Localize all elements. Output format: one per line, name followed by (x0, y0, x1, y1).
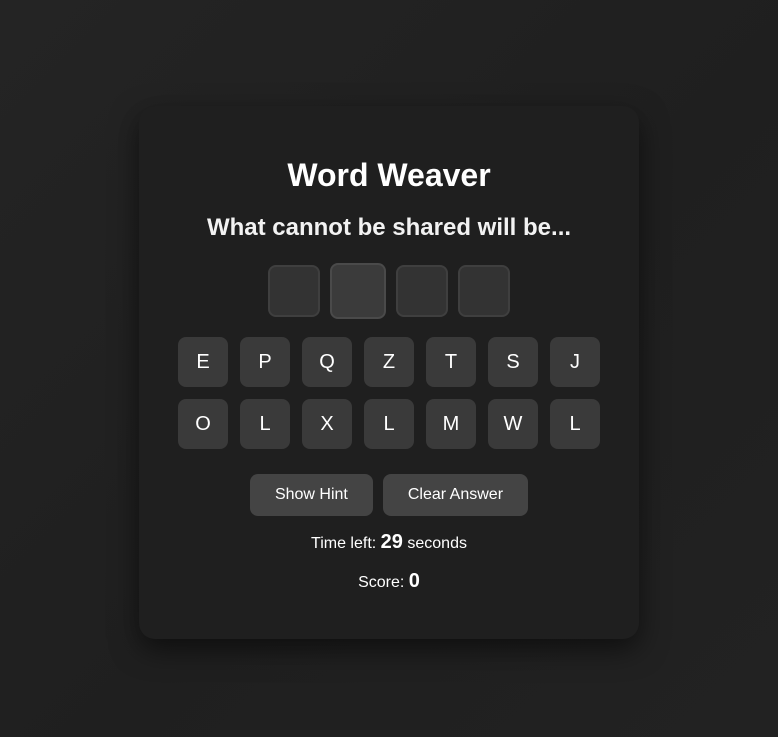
answer-slot[interactable] (268, 265, 320, 317)
timer-value: 29 (380, 531, 403, 553)
answer-slot-active[interactable] (330, 263, 386, 319)
clear-answer-button[interactable]: Clear Answer (382, 474, 529, 516)
letter-tile[interactable]: L (550, 399, 600, 449)
score-value: 0 (408, 570, 420, 592)
answer-slots (139, 263, 639, 319)
letter-tile[interactable]: P (240, 337, 290, 387)
score-prefix: Score: (358, 574, 405, 591)
answer-slot[interactable] (396, 265, 448, 317)
letter-tile[interactable]: T (426, 337, 476, 387)
letter-grid: E P Q Z T S J O L X L M W L (178, 337, 600, 449)
show-hint-button[interactable]: Show Hint (249, 474, 373, 516)
riddle-prompt: What cannot be shared will be... (206, 214, 572, 241)
letter-tile[interactable]: Z (364, 337, 414, 387)
score-display: Score: 0 (139, 570, 639, 593)
answer-slot[interactable] (458, 265, 510, 317)
letter-tile[interactable]: O (178, 399, 228, 449)
letter-tile[interactable]: L (240, 399, 290, 449)
letter-tile[interactable]: E (178, 337, 228, 387)
letter-tile[interactable]: J (550, 337, 600, 387)
timer-prefix: Time left: (311, 535, 377, 552)
letter-tile[interactable]: W (488, 399, 538, 449)
game-card: Word Weaver What cannot be shared will b… (139, 106, 639, 639)
letter-tile[interactable]: X (302, 399, 352, 449)
letter-tile[interactable]: M (426, 399, 476, 449)
game-title: Word Weaver (287, 157, 491, 193)
timer-display: Time left: 29 seconds (139, 531, 639, 554)
letter-tile[interactable]: S (488, 337, 538, 387)
letter-tile[interactable]: L (364, 399, 414, 449)
letter-tile[interactable]: Q (302, 337, 352, 387)
timer-suffix: seconds (407, 535, 467, 552)
action-buttons: Show Hint Clear Answer (139, 474, 639, 516)
